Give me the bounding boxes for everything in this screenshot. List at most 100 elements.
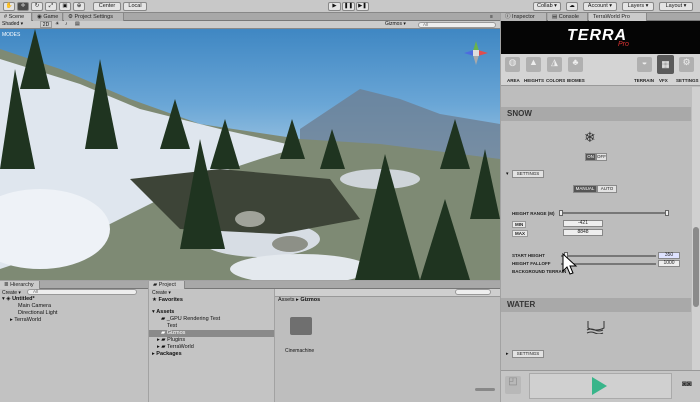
auto-mode-button[interactable]: AUTO — [597, 185, 617, 193]
range-max-handle[interactable] — [665, 210, 669, 216]
settings-expand-arrow-icon[interactable]: ▾ — [506, 171, 509, 177]
tree-item-gpu-rendering-test[interactable]: ▰ _GPU Rendering Test — [161, 316, 220, 323]
icon-size-slider[interactable] — [475, 388, 495, 391]
nav-settings-button[interactable]: ⚙ — [679, 57, 694, 72]
vertical-scrollbar[interactable] — [692, 87, 700, 370]
tab-project-settings[interactable]: ⚙ Project Settings — [64, 13, 124, 21]
height-range-slider[interactable] — [559, 210, 669, 216]
tab-terraworld-pro[interactable]: TerraWorld Pro — [589, 13, 647, 21]
colors-icon: ◮ — [551, 57, 558, 67]
breadcrumb: Assets ▸ Gizmos — [278, 297, 321, 303]
cinemachine-folder-icon[interactable] — [290, 317, 312, 335]
unity-scene-icon: ◈ — [6, 296, 11, 302]
lighting-toggle[interactable]: ☀ — [55, 21, 63, 28]
nav-area-button[interactable]: ◍ — [505, 57, 520, 72]
favorites-row[interactable]: ★ Favorites — [152, 297, 183, 304]
project-tab-bar: ▰ Project — [149, 281, 500, 289]
tree-item-assets[interactable]: ▾ Assets — [152, 309, 174, 316]
scale-tool-button[interactable]: ⤢ — [45, 2, 57, 11]
account-dropdown[interactable]: Account ▾ — [583, 2, 617, 11]
step-button[interactable]: ▶❚ — [356, 2, 369, 11]
pause-button[interactable]: ❚❚ — [342, 2, 355, 11]
collab-dropdown[interactable]: Collab ▾ — [533, 2, 561, 11]
breadcrumb-gizmos[interactable]: Gizmos — [300, 297, 320, 303]
layout-dropdown[interactable]: Layout ▾ — [659, 2, 693, 11]
module-nav-bar: ◍ ▲ ◮ ♣ AREA HEIGHTS COLORS BIOMES ◒ ▦ ⚙… — [501, 54, 700, 86]
pivot-center-toggle[interactable]: Center — [93, 2, 121, 11]
scrollbar-thumb[interactable] — [693, 227, 699, 307]
nav-biomes-button[interactable]: ♣ — [568, 57, 583, 72]
tab-project[interactable]: ▰ Project — [149, 281, 185, 289]
start-height-field[interactable]: 350 — [658, 252, 680, 259]
manual-mode-button[interactable]: MANUAL — [573, 185, 597, 193]
project-create-button[interactable]: Create ▾ — [152, 290, 171, 296]
gear-icon: ⚙ — [682, 57, 691, 67]
snow-settings-button[interactable]: SETTINGS — [512, 170, 544, 178]
nav-terrain-button[interactable]: ◒ — [637, 57, 652, 72]
tree-item-gizmos[interactable]: ▰ Gizmos — [149, 330, 274, 337]
2d-toggle[interactable]: 2D — [40, 21, 52, 28]
scene-search-input[interactable]: All — [418, 22, 496, 28]
hierarchy-item-directional-light[interactable]: Directional Light — [18, 310, 57, 317]
folder-icon: ▰ — [161, 330, 166, 336]
mouse-cursor-icon — [562, 253, 578, 275]
info-icon: ⓘ — [505, 14, 511, 20]
rotate-tool-button[interactable]: ↻ — [31, 2, 43, 11]
play-button[interactable]: ▶ — [328, 2, 341, 11]
generate-button[interactable] — [529, 373, 672, 399]
min-height-field[interactable]: -421 — [563, 220, 603, 227]
tab-hierarchy[interactable]: ≣ Hierarchy — [0, 281, 40, 289]
nav-heights-button[interactable]: ▲ — [526, 57, 541, 72]
rect-tool-button[interactable]: ▣ — [59, 2, 71, 11]
scene-viewport[interactable]: MODES — [0, 29, 500, 280]
collapsed-arrow-icon: ▸ — [152, 351, 155, 357]
hand-tool-button[interactable]: ✋ — [3, 2, 15, 11]
expand-arrow-icon: ▾ — [152, 309, 155, 315]
shading-mode-dropdown[interactable]: Shaded ▾ — [2, 21, 36, 28]
image-icon: ▤ — [75, 21, 80, 27]
snow-off-toggle[interactable]: OFF — [596, 153, 607, 161]
hierarchy-item-main-camera[interactable]: Main Camera — [18, 303, 51, 310]
water-settings-button[interactable]: SETTINGS — [512, 350, 544, 358]
project-search-input[interactable] — [455, 289, 491, 295]
nav-label-heights: HEIGHTS — [524, 78, 545, 83]
nav-colors-button[interactable]: ◮ — [547, 57, 562, 72]
tab-menu-icon[interactable]: ≡ — [490, 14, 493, 20]
tree-item-terraworld[interactable]: ▸ ▰ TerraWorld — [157, 344, 194, 351]
globe-icon: ◍ — [508, 57, 517, 67]
cloud-button[interactable]: ☁ — [566, 2, 578, 11]
folder-icon: ▰ — [161, 337, 166, 343]
move-tool-button[interactable]: ✛ — [17, 2, 29, 11]
layers-dropdown[interactable]: Layers ▾ — [622, 2, 654, 11]
scene-controls: Shaded ▾ 2D ☀ ♪ ▤ Gizmos ▾ All — [0, 21, 500, 29]
gizmos-dropdown[interactable]: Gizmos ▾ — [385, 21, 413, 28]
terrain-scene-image — [0, 29, 500, 280]
hierarchy-search-input[interactable]: All — [27, 289, 137, 295]
space-local-toggle[interactable]: Local — [123, 2, 147, 11]
effects-toggle[interactable]: ▤ — [75, 21, 83, 28]
folder-icon: ▰ — [161, 316, 166, 322]
max-height-field[interactable]: 8848 — [563, 229, 603, 236]
nav-vfx-button[interactable]: ▦ — [657, 55, 674, 74]
tree-item-plugins[interactable]: ▸ ▰ Plugins — [157, 337, 185, 344]
range-min-handle[interactable] — [559, 210, 563, 216]
tab-console[interactable]: ▤ Console — [548, 13, 588, 21]
hierarchy-item-terraworld[interactable]: ▸ TerraWorld — [10, 317, 41, 324]
scale-icon: ⤢ — [48, 3, 54, 9]
tree-item-packages[interactable]: ▸ Packages — [152, 351, 182, 358]
tab-scene[interactable]: # Scene — [0, 13, 32, 21]
breadcrumb-assets[interactable]: Assets — [278, 297, 295, 303]
vr-view-button[interactable]: ◙◙ — [679, 379, 695, 391]
tree-item-test[interactable]: Test — [167, 323, 177, 330]
transform-tool-button[interactable]: ⊕ — [73, 2, 85, 11]
hierarchy-scene-row[interactable]: ▾ ◈ Untitled* — [2, 296, 146, 303]
preview-button[interactable]: ◰ — [505, 376, 521, 394]
tab-game[interactable]: ◉ Game — [33, 13, 63, 21]
project-tree-panel: Create ▾ ★ Favorites ▾ Assets ▰ _GPU Ren… — [149, 289, 274, 402]
snow-on-toggle[interactable]: ON — [585, 153, 596, 161]
audio-toggle[interactable]: ♪ — [65, 21, 73, 28]
height-falloff-field[interactable]: 1000 — [658, 260, 680, 267]
tab-inspector[interactable]: ⓘ Inspector — [501, 13, 547, 21]
water-settings-arrow-icon[interactable]: ▸ — [506, 351, 509, 357]
orientation-gizmo[interactable] — [462, 39, 490, 67]
